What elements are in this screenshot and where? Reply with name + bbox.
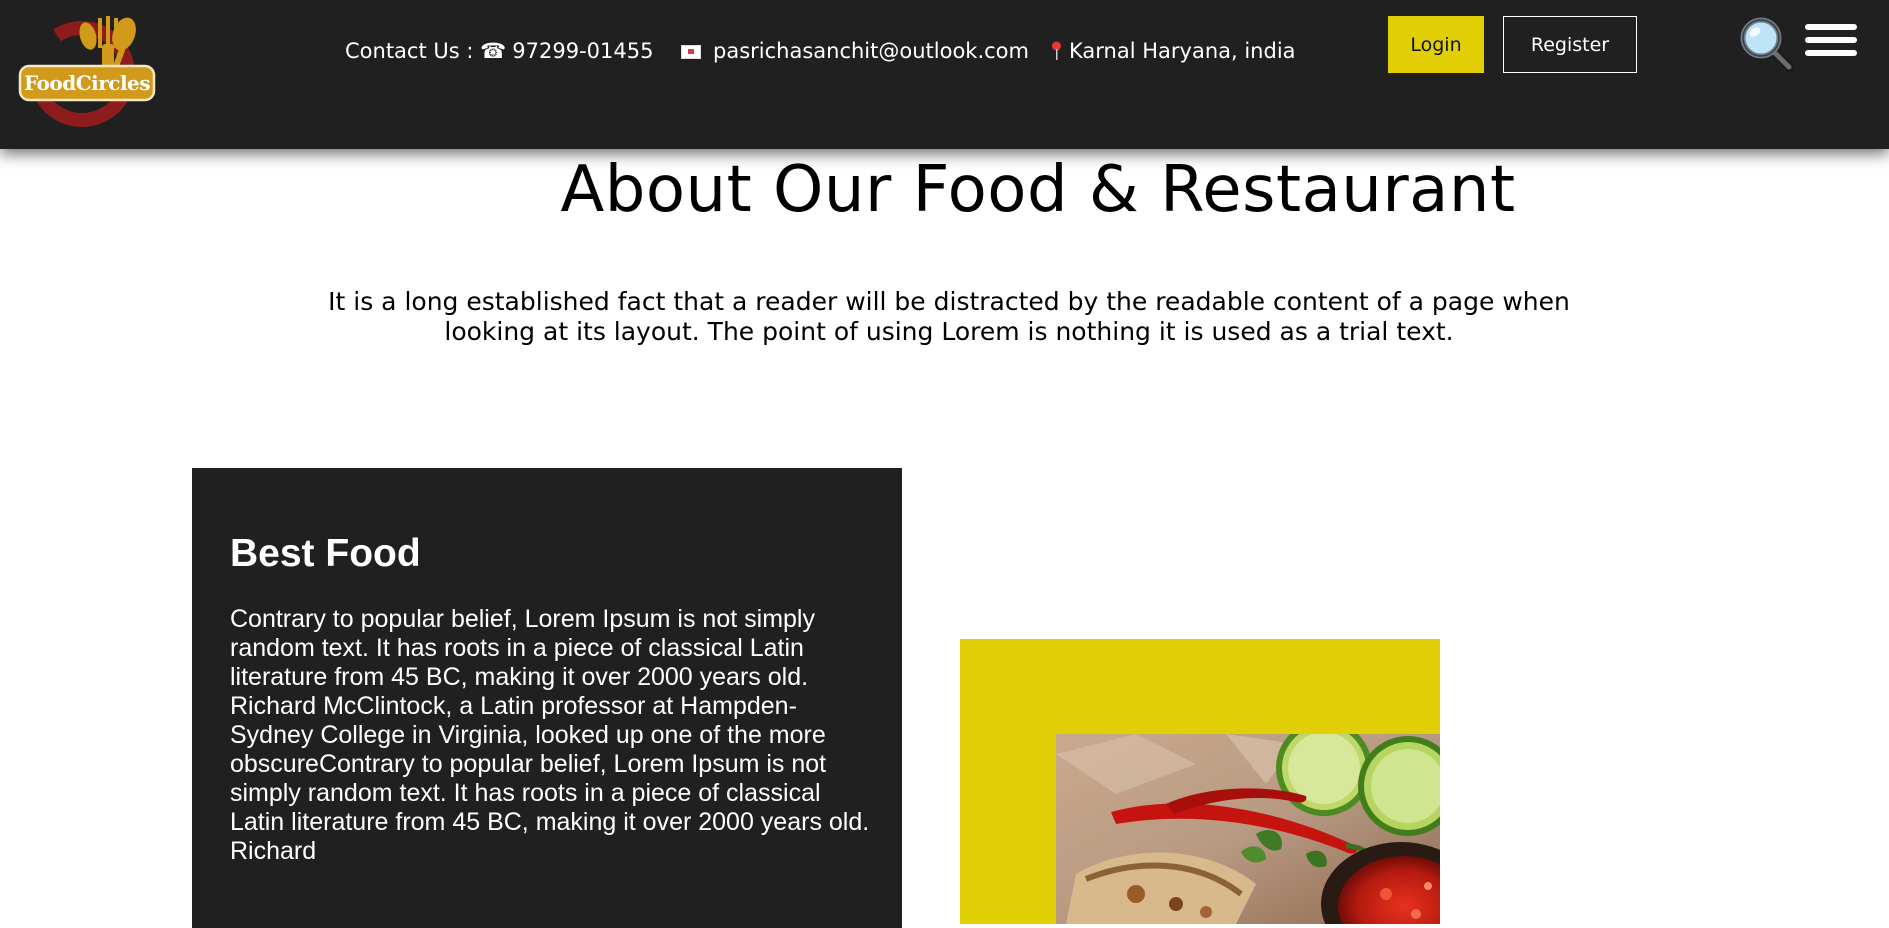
best-food-text: Contrary to popular belief, Lorem Ipsum … [230,605,870,865]
contact-phone[interactable]: Contact Us : ☎ 97299-01455 [345,32,653,70]
envelope-icon [681,45,701,59]
hamburger-menu-icon[interactable] [1805,24,1857,56]
location-text: Karnal Haryana, india [1069,39,1296,63]
page-title: About Our Food & Restaurant [560,153,1516,227]
logo-text: FoodCircles [23,71,151,95]
about-description: It is a long established fact that a rea… [328,287,1570,346]
best-food-card: Best Food Contrary to popular belief, Lo… [192,468,902,928]
telephone-icon: ☎ [480,39,507,63]
menu-bar [1805,37,1857,43]
email-address: pasrichasanchit@outlook.com [713,39,1029,63]
food-image [1056,734,1440,924]
contact-location: Karnal Haryana, india [1051,32,1296,70]
register-button[interactable]: Register [1503,16,1637,73]
contact-email[interactable]: pasrichasanchit@outlook.com [681,32,1029,70]
site-header: FoodCircles Contact Us : ☎ 97299-01455 pa… [0,0,1889,149]
map-pin-icon [1052,41,1061,60]
login-button[interactable]: Login [1388,16,1484,73]
phone-number: 97299-01455 [512,39,654,63]
search-icon[interactable] [1738,15,1796,73]
best-food-title: Best Food [230,532,421,575]
menu-bar [1805,24,1857,30]
contact-label: Contact Us : [345,39,481,63]
menu-bar [1805,50,1857,56]
foodcircles-logo[interactable]: FoodCircles [16,14,160,132]
